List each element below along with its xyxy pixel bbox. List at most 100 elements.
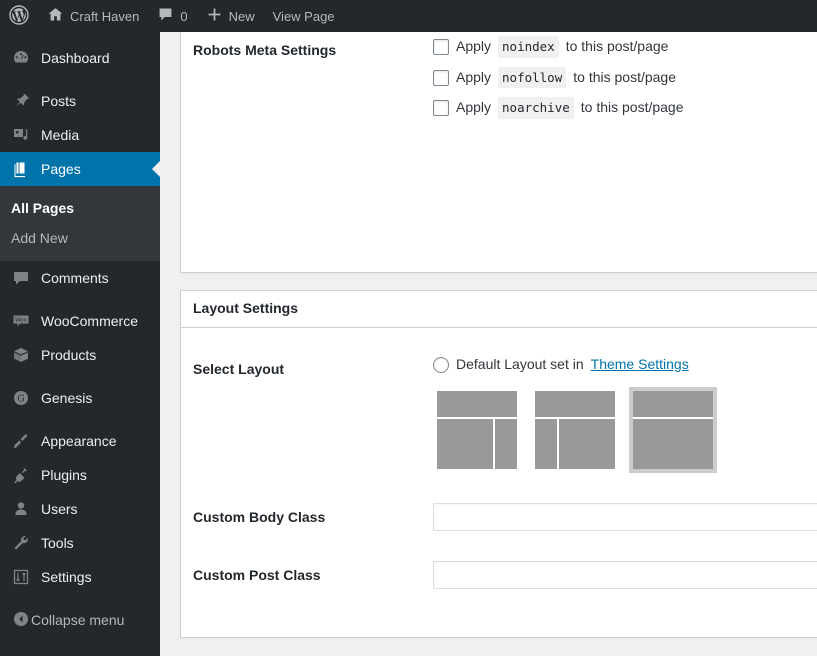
table-row-robots-meta: Robots Meta Settings Apply noindex to th… bbox=[193, 32, 817, 134]
sidebar-item-label: Products bbox=[41, 347, 97, 364]
select-layout-label: Select Layout bbox=[193, 361, 285, 377]
layout-sidebar-column bbox=[535, 418, 557, 469]
layout-header-bar bbox=[633, 390, 713, 417]
layout-settings-header: Layout Settings bbox=[181, 291, 817, 328]
plus-icon bbox=[206, 6, 223, 26]
layout-body bbox=[633, 418, 713, 469]
sidebar-item-products[interactable]: Products bbox=[0, 338, 160, 372]
sidebar-subitem-all-pages[interactable]: All Pages bbox=[0, 193, 160, 223]
sidebar-item-posts[interactable]: Posts bbox=[0, 84, 160, 118]
layout-postbox-inside: Select Layout Default Layout set in Them… bbox=[181, 328, 817, 616]
sidebar-item-label: Dashboard bbox=[41, 50, 110, 66]
sidebar-item-tools[interactable]: Tools bbox=[0, 526, 160, 560]
theme-settings-link[interactable]: Theme Settings bbox=[591, 355, 689, 375]
seo-form-table: Canonical URL Custom Redirect URL Robots… bbox=[193, 32, 817, 134]
robots-noarchive-code: noarchive bbox=[498, 97, 574, 119]
robots-nofollow-suffix: to this post/page bbox=[573, 68, 676, 85]
plugin-icon bbox=[11, 465, 31, 485]
appearance-brush-icon bbox=[11, 431, 31, 451]
robots-nofollow-checkbox[interactable] bbox=[433, 69, 449, 86]
sidebar-item-label: Media bbox=[41, 127, 80, 143]
menu-spacer-top bbox=[0, 32, 160, 41]
sidebar-item-dashboard[interactable]: Dashboard bbox=[0, 41, 160, 75]
layout-options bbox=[433, 386, 817, 473]
layout-settings-postbox: Layout Settings Select Layout Default La… bbox=[180, 290, 817, 638]
comment-count: 0 bbox=[180, 8, 188, 24]
admin-bar-comments[interactable]: 0 bbox=[148, 0, 196, 32]
sidebar-item-media[interactable]: Media bbox=[0, 118, 160, 152]
custom-post-class-label: Custom Post Class bbox=[193, 566, 321, 583]
robots-noarchive-suffix: to this post/page bbox=[580, 99, 684, 116]
layout-settings-title: Layout Settings bbox=[193, 300, 299, 317]
sidebar-item-appearance[interactable]: Appearance bbox=[0, 424, 160, 458]
robots-noindex-suffix: to this post/page bbox=[565, 38, 669, 55]
admin-bar-site-name[interactable]: Craft Haven bbox=[38, 0, 148, 32]
custom-post-class-input[interactable] bbox=[433, 560, 817, 589]
robots-nofollow-code: nofollow bbox=[498, 66, 567, 89]
submenu-label: All Pages bbox=[11, 200, 75, 216]
robots-noindex-row[interactable]: Apply noindex to this post/page bbox=[433, 36, 817, 58]
sidebar-item-users[interactable]: Users bbox=[0, 492, 160, 526]
layout-main-column bbox=[437, 418, 493, 469]
robots-noarchive-row[interactable]: Apply noarchive to this post/page bbox=[433, 97, 817, 119]
settings-sliders-icon bbox=[11, 567, 31, 587]
layout-body bbox=[437, 418, 517, 469]
sidebar-item-label: Genesis bbox=[41, 390, 93, 407]
seo-postbox-inside: Canonical URL Custom Redirect URL Robots… bbox=[181, 32, 817, 146]
table-row-select-layout: Select Layout Default Layout set in Them… bbox=[193, 340, 817, 488]
collapse-menu-button[interactable]: Collapse menu bbox=[0, 603, 160, 637]
sidebar-item-pages[interactable]: Pages bbox=[0, 152, 160, 186]
sidebar-item-label: Comments bbox=[41, 270, 109, 287]
sidebar-item-woocommerce[interactable]: Woo WooCommerce bbox=[0, 304, 160, 338]
admin-bar-new-content[interactable]: New bbox=[197, 0, 264, 32]
sidebar-subitem-add-new[interactable]: Add New bbox=[0, 223, 160, 253]
comment-icon bbox=[157, 6, 174, 26]
admin-bar-wp-logo[interactable] bbox=[0, 0, 38, 32]
content-area: Canonical URL Custom Redirect URL Robots… bbox=[160, 32, 817, 656]
layout-body bbox=[535, 418, 615, 469]
media-icon bbox=[11, 125, 31, 145]
layout-option-content-sidebar[interactable] bbox=[433, 387, 521, 473]
menu-separator-3 bbox=[0, 372, 160, 381]
product-box-icon bbox=[11, 345, 31, 365]
sidebar-item-genesis[interactable]: G Genesis bbox=[0, 381, 160, 415]
select-layout-cell: Default Layout set in Theme Settings bbox=[423, 340, 817, 488]
sidebar-item-label: Users bbox=[41, 501, 78, 518]
layout-header-bar bbox=[437, 390, 517, 417]
pages-submenu: All Pages Add New bbox=[0, 186, 160, 262]
sidebar-item-plugins[interactable]: Plugins bbox=[0, 458, 160, 492]
robots-meta-label: Robots Meta Settings bbox=[193, 42, 337, 59]
custom-body-class-input[interactable] bbox=[433, 502, 817, 531]
layout-header-bar bbox=[535, 390, 615, 417]
layout-option-full-width-content[interactable] bbox=[629, 386, 717, 473]
home-icon bbox=[47, 6, 64, 26]
robots-nofollow-row[interactable]: Apply nofollow to this post/page bbox=[433, 66, 817, 89]
tools-wrench-icon bbox=[11, 533, 31, 553]
sidebar-item-label: Settings bbox=[41, 569, 92, 586]
menu-separator-5 bbox=[0, 594, 160, 603]
sidebar-item-comments[interactable]: Comments bbox=[0, 261, 160, 295]
default-layout-radio-row[interactable]: Default Layout set in Theme Settings bbox=[433, 355, 817, 375]
sidebar-item-label: Plugins bbox=[41, 467, 87, 484]
admin-bar: Craft Haven 0 New View Page bbox=[0, 0, 817, 32]
layout-sidebar-column bbox=[495, 418, 517, 469]
submenu-label: Add New bbox=[11, 230, 68, 247]
robots-nofollow-prefix: Apply bbox=[456, 68, 492, 85]
wordpress-logo-icon bbox=[9, 4, 29, 28]
collapse-menu-label: Collapse menu bbox=[31, 612, 125, 629]
site-name-label: Craft Haven bbox=[70, 8, 140, 24]
robots-meta-cell: Apply noindex to this post/page Apply no… bbox=[423, 32, 817, 134]
default-layout-text: Default Layout set in bbox=[456, 356, 584, 372]
robots-noindex-checkbox[interactable] bbox=[433, 39, 449, 56]
svg-text:Woo: Woo bbox=[15, 318, 27, 324]
sidebar-item-settings[interactable]: Settings bbox=[0, 560, 160, 594]
admin-bar-view-page[interactable]: View Page bbox=[264, 0, 344, 32]
content-sidebar-layout-icon bbox=[437, 390, 517, 469]
comment-icon bbox=[11, 268, 31, 288]
genesis-icon: G bbox=[11, 388, 31, 408]
layout-option-sidebar-content[interactable] bbox=[531, 387, 619, 473]
users-icon bbox=[11, 499, 31, 519]
default-layout-radio[interactable] bbox=[433, 356, 449, 373]
robots-noarchive-prefix: Apply bbox=[456, 99, 492, 116]
robots-noarchive-checkbox[interactable] bbox=[433, 100, 449, 117]
